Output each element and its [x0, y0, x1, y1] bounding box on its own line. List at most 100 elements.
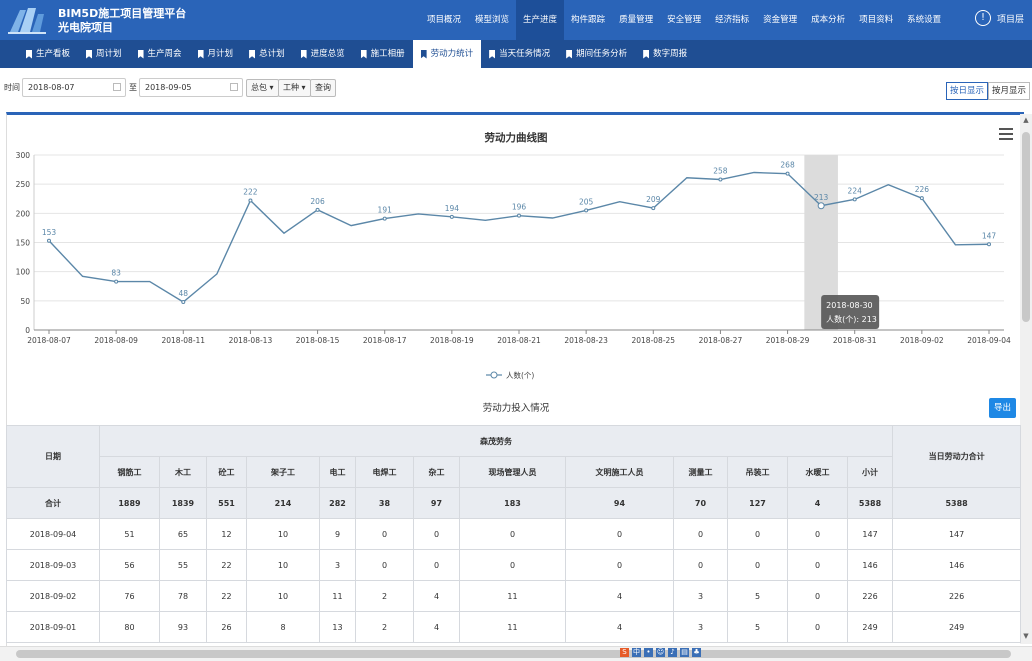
top-nav-item[interactable]: 系统设置 — [900, 0, 948, 40]
top-nav-item[interactable]: 构件跟踪 — [564, 0, 612, 40]
sub-nav-label: 月计划 — [207, 49, 234, 59]
sub-nav-item[interactable]: 当天任务情况 — [481, 40, 558, 68]
tray-icon[interactable]: • — [644, 648, 653, 657]
table-row[interactable]: 2018-09-03 56 55 22 10 3 0 0 0 0 0 0 0 146 146 — [6, 549, 1022, 581]
top-nav-item[interactable]: 安全管理 — [660, 0, 708, 40]
scroll-up-icon[interactable]: ▲ — [1022, 116, 1030, 124]
user-icon: ! — [974, 10, 991, 26]
column-header: 钢筋工 — [99, 456, 160, 488]
date-header: 日期 — [6, 425, 100, 488]
y-tick-label: 200 — [16, 209, 31, 218]
end-date-value: 2018-09-05 — [145, 83, 192, 92]
horizontal-scrollbar[interactable] — [0, 646, 1032, 661]
sub-nav-item[interactable]: 生产周会 — [130, 40, 190, 68]
project-name: 光电院项目 — [58, 21, 113, 34]
value-cell: 78 — [159, 580, 207, 612]
bookmark-icon — [566, 49, 573, 59]
daily-view-button[interactable]: 按日显示 — [945, 82, 988, 100]
value-cell: 97 — [413, 487, 460, 519]
top-nav-item[interactable]: 经济指标 — [708, 0, 756, 40]
value-cell: 551 — [206, 487, 247, 519]
top-nav-item[interactable]: 质量管理 — [612, 0, 660, 40]
end-date-input[interactable]: 2018-09-05 — [139, 78, 243, 97]
table-row[interactable]: 2018-09-02 76 78 22 10 11 2 4 11 4 3 5 0 226 226 — [6, 580, 1022, 612]
tooltip-value: 人数(个): 213 — [826, 314, 877, 324]
tray-icon[interactable]: 中 — [632, 648, 641, 657]
daily-total-cell: 147 — [892, 518, 1022, 550]
tray-icon[interactable]: ♣ — [692, 648, 701, 657]
top-nav-item[interactable]: 生产进度 — [516, 0, 565, 40]
query-button[interactable]: 查询 — [310, 79, 336, 97]
scroll-down-icon[interactable]: ▼ — [1022, 632, 1030, 640]
sub-nav-item[interactable]: 生产看板 — [18, 40, 78, 68]
sub-nav-item[interactable]: 总计划 — [241, 40, 293, 68]
start-date-input[interactable]: 2018-08-07 — [22, 78, 126, 97]
column-header: 测量工 — [673, 456, 728, 488]
sub-nav-label: 总计划 — [259, 49, 285, 59]
value-cell: 51 — [99, 518, 160, 550]
tray-icon[interactable]: ☺ — [656, 648, 665, 657]
value-cell: 0 — [787, 611, 848, 643]
value-cell: 147 — [846, 518, 894, 550]
data-label: 191 — [378, 206, 393, 215]
value-cell: 1839 — [159, 487, 207, 519]
top-nav-item[interactable]: 模型浏览 — [468, 0, 516, 40]
top-nav-item[interactable]: 资金管理 — [756, 0, 804, 40]
column-header: 架子工 — [246, 456, 320, 488]
sub-nav-item[interactable]: 期间任务分析 — [558, 40, 635, 68]
sub-nav-item[interactable]: 进度总览 — [293, 40, 353, 68]
bookmark-icon — [86, 49, 93, 59]
table-row[interactable]: 2018-09-04 51 65 12 10 9 0 0 0 0 0 0 0 147 147 — [6, 518, 1022, 550]
sub-nav-item[interactable]: 劳动力统计 — [412, 40, 482, 68]
data-point — [114, 279, 119, 284]
vertical-scrollbar[interactable]: ▲ ▼ — [1020, 114, 1032, 644]
value-cell: 3 — [319, 549, 356, 581]
user-menu[interactable]: ! 项目层 — [974, 10, 1024, 26]
top-nav-item[interactable]: 成本分析 — [804, 0, 852, 40]
labor-section-title: 劳动力投入情况 — [482, 403, 550, 414]
value-cell: 94 — [565, 487, 674, 519]
sub-nav-item[interactable]: 周计划 — [78, 40, 130, 68]
data-label: 226 — [915, 185, 930, 194]
user-level-label: 项目层 — [996, 14, 1024, 25]
vertical-scroll-thumb[interactable] — [1022, 132, 1030, 322]
value-cell: 10 — [246, 549, 320, 581]
value-cell: 4 — [565, 580, 674, 612]
column-header: 水暖工 — [787, 456, 848, 488]
ime-icon[interactable]: S — [620, 648, 629, 657]
contractor-dropdown[interactable]: 总包 ▾ — [246, 79, 279, 97]
top-nav-item[interactable]: 项目资料 — [852, 0, 900, 40]
x-tick-label: 2018-08-23 — [564, 336, 608, 345]
bookmark-icon — [420, 49, 427, 59]
value-cell: 11 — [319, 580, 356, 612]
sub-nav-item[interactable]: 月计划 — [190, 40, 242, 68]
sum-row[interactable]: 合计 1889 1839 551 214 282 38 97 183 94 70 127 4 5388 53… — [6, 487, 1022, 519]
sub-nav-item[interactable]: 数字周报 — [635, 40, 695, 68]
value-cell: 65 — [159, 518, 207, 550]
value-cell: 10 — [246, 518, 320, 550]
x-tick-label: 2018-08-09 — [94, 336, 138, 345]
value-cell: 80 — [99, 611, 160, 643]
chart-menu-icon[interactable] — [999, 128, 1013, 140]
sub-nav-item[interactable]: 施工相册 — [353, 40, 413, 68]
top-nav-item[interactable]: 项目概况 — [420, 0, 468, 40]
data-point — [315, 207, 320, 212]
worktype-dropdown[interactable]: 工种 ▾ — [278, 79, 311, 97]
table-row[interactable]: 2018-09-01 80 93 26 8 13 2 4 11 4 3 5 0 249 249 — [6, 611, 1022, 643]
bookmark-icon — [197, 49, 204, 59]
value-cell: 2 — [355, 611, 414, 643]
tray-icon[interactable]: ▤ — [680, 648, 689, 657]
tray-icon[interactable]: ♪ — [668, 648, 677, 657]
value-cell: 9 — [319, 518, 356, 550]
x-tick-label: 2018-08-07 — [27, 336, 71, 345]
value-cell: 13 — [319, 611, 356, 643]
x-tick-label: 2018-08-19 — [430, 336, 474, 345]
x-tick-label: 2018-09-02 — [900, 336, 944, 345]
monthly-view-button[interactable]: 按月显示 — [987, 82, 1030, 100]
export-button[interactable]: 导出 — [989, 398, 1016, 418]
time-label: 时间 — [4, 83, 20, 92]
labor-table: 日期 森茂劳务 当日劳动力合计 钢筋工 木工 砼工 架子工 电工 电焊工 杂工 现场管理人员文… — [6, 425, 1022, 643]
horizontal-scroll-thumb[interactable] — [16, 650, 1011, 658]
column-header: 吊装工 — [727, 456, 788, 488]
labor-line-chart: 0 50 100 150 200 250 300 2018-08-07 2018-08-09 20… — [16, 151, 1011, 380]
